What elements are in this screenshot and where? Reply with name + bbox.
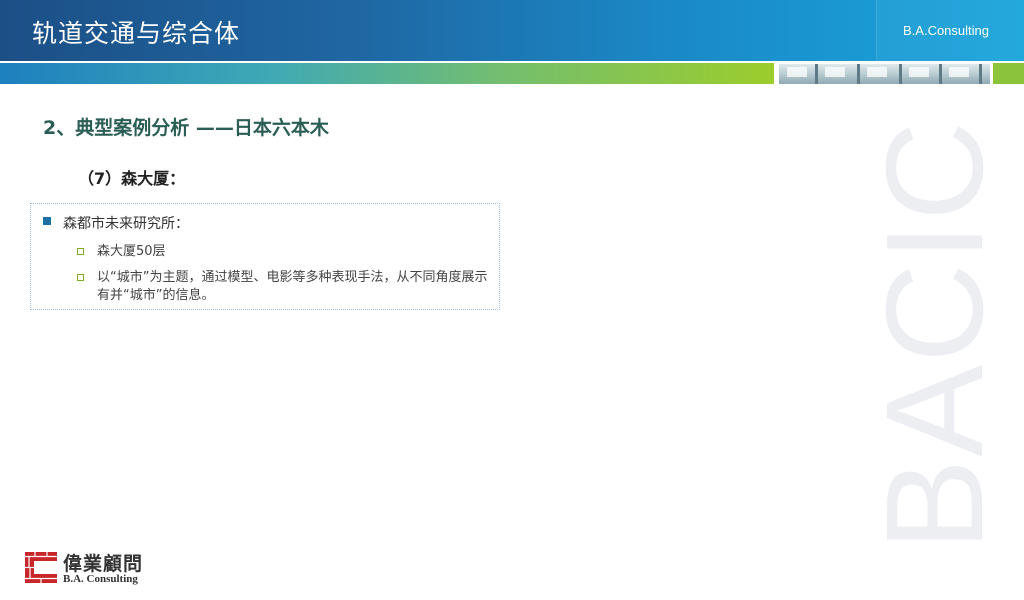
square-bullet-icon bbox=[43, 217, 51, 225]
company-logo: 偉業顧問 B.A. Consulting bbox=[25, 549, 153, 589]
green-accent-block bbox=[993, 63, 1024, 84]
hollow-square-bullet-icon bbox=[77, 274, 84, 281]
header-bar: 轨道交通与综合体 B.A.Consulting bbox=[0, 0, 1024, 61]
brand-name: B.A.Consulting bbox=[903, 23, 989, 38]
main-item-text: 森都市未来研究所： bbox=[63, 216, 189, 232]
logo-brick-icon bbox=[25, 552, 57, 583]
hollow-square-bullet-icon bbox=[77, 248, 84, 255]
watermark-text: BACIC bbox=[858, 119, 1012, 551]
case-subtitle: （7）森大厦： bbox=[78, 169, 186, 188]
header-brand-panel: B.A.Consulting bbox=[876, 0, 1024, 61]
logo-chinese-name: 偉業顧問 bbox=[63, 553, 144, 575]
slide-header-title: 轨道交通与综合体 bbox=[32, 19, 241, 48]
station-photo-strip bbox=[779, 64, 990, 84]
gradient-accent-bar bbox=[0, 63, 774, 84]
list-item-text: 森大厦50层 bbox=[97, 244, 166, 259]
content-box: 森都市未来研究所： 森大厦50层 以“城市”为主题，通过模型、电影等多种表现手法… bbox=[30, 203, 500, 310]
section-title: 2、典型案例分析 ——日本六本木 bbox=[43, 117, 329, 139]
list-item-text: 以“城市”为主题，通过模型、电影等多种表现手法，从不同角度展示有并“城市”的信息… bbox=[97, 270, 488, 303]
logo-english-name: B.A. Consulting bbox=[63, 573, 138, 585]
